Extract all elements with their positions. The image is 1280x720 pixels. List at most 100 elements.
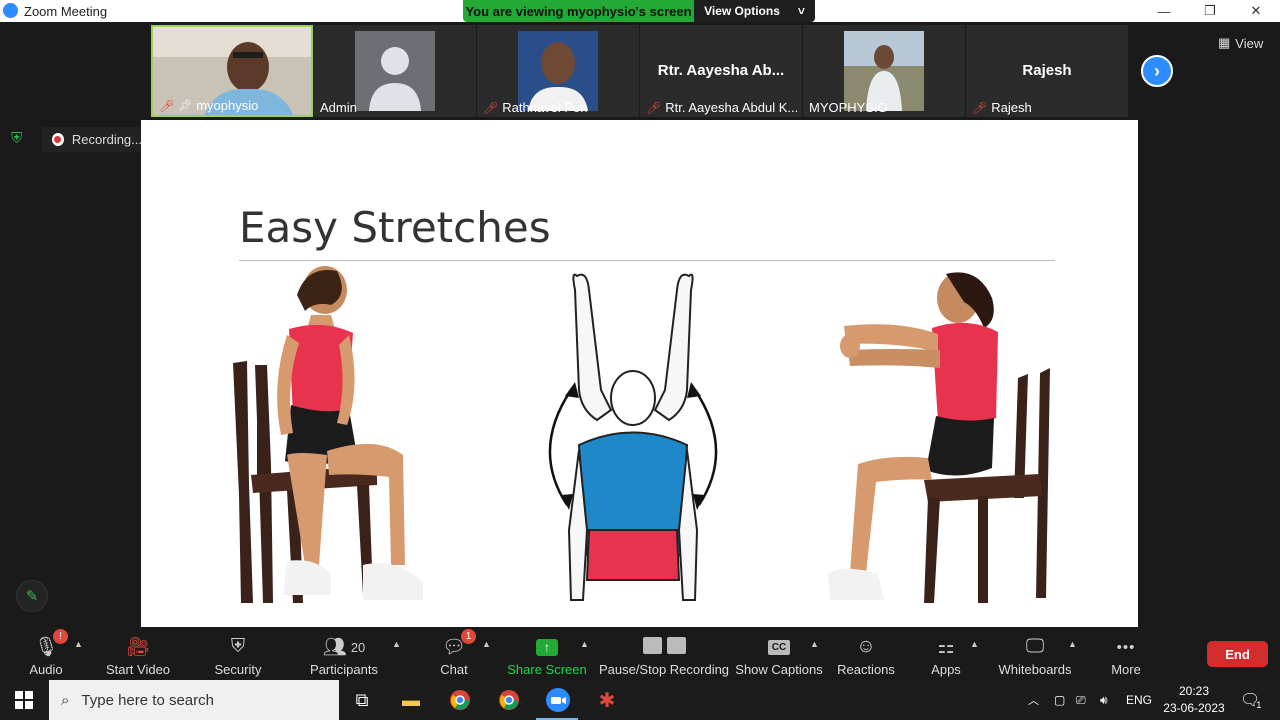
taskbar-clock[interactable]: 20:23 23-06-2023 xyxy=(1162,683,1226,717)
pencil-icon: ✎ xyxy=(25,588,39,605)
participant-name: MYOPHYSIO xyxy=(809,100,888,115)
whiteboards-options-caret-icon[interactable]: ▲ xyxy=(1068,639,1077,649)
share-screen-button[interactable]: ↑ Share Screen xyxy=(507,627,587,680)
clock-time: 20:23 xyxy=(1178,684,1210,698)
chrome-icon[interactable] xyxy=(495,686,523,714)
audio-button[interactable]: 🎙︎! Audio xyxy=(24,627,69,680)
search-placeholder: Type here to search xyxy=(81,691,214,709)
muted-mic-icon: 🎤︎ xyxy=(483,100,499,115)
more-button[interactable]: ••• More xyxy=(1108,627,1144,680)
participant-strip: 🎤︎ 📌︎ myophysio Admin 🎤︎ Rathnavel Pon R… xyxy=(0,22,1280,120)
default-avatar-icon xyxy=(355,31,435,111)
chat-options-caret-icon[interactable]: ▲ xyxy=(482,639,491,649)
participant-photo xyxy=(518,31,598,111)
captions-icon-wrap: CC xyxy=(767,635,791,659)
recording-dot-icon xyxy=(52,133,64,146)
muted-mic-icon: 🎤︎ xyxy=(972,100,988,115)
participant-name: 🎤︎ Rtr. Aayesha Abdul K... xyxy=(646,100,799,115)
toolbar-label: Start Video xyxy=(105,662,171,677)
next-page-button[interactable]: › xyxy=(1141,55,1173,87)
toolbar-label: Whiteboards xyxy=(998,662,1072,677)
shield-icon: ⛨ xyxy=(230,636,246,657)
participant-display-name: Rtr. Aayesha Ab... xyxy=(657,62,785,79)
participant-name: Admin xyxy=(320,100,357,115)
view-button[interactable]: ▦ View xyxy=(1218,33,1270,53)
viewing-screen-banner: You are viewing myophysio's screen xyxy=(463,0,694,22)
start-video-button[interactable]: 🎥︎ Start Video xyxy=(104,627,172,680)
slide-divider xyxy=(239,260,1055,261)
chat-button[interactable]: 💬︎ 1 Chat xyxy=(436,627,477,680)
taskbar-search-input[interactable]: ⌕ Type here to search xyxy=(49,680,339,720)
apps-options-caret-icon[interactable]: ▲ xyxy=(970,639,979,649)
apps-button[interactable]: ⚏ Apps xyxy=(930,627,962,680)
share-screen-icon: ↑ xyxy=(536,638,558,656)
toolbar-label: Security xyxy=(214,662,262,677)
participants-options-caret-icon[interactable]: ▲ xyxy=(392,639,401,649)
toolbar-label: Pause/Stop Recording xyxy=(598,662,730,677)
slide-title: Easy Stretches xyxy=(239,203,551,252)
participants-icon: 👥︎ 20 xyxy=(322,637,366,658)
participant-tile-admin[interactable]: Admin xyxy=(314,25,476,117)
participant-tile-myophysio[interactable]: 🎤︎ 📌︎ myophysio xyxy=(151,25,313,117)
show-captions-button[interactable]: CC Show Captions xyxy=(735,627,823,680)
microphone-icon: 🎙︎! xyxy=(34,629,69,659)
annotate-pencil-button[interactable]: ✎ xyxy=(16,580,48,612)
search-icon: ⌕ xyxy=(61,691,70,709)
toolbar-label: Participants xyxy=(310,662,378,677)
view-options-button[interactable]: View Options ˅ xyxy=(694,0,815,22)
volume-icon[interactable]: 🔊︎ xyxy=(1100,680,1108,720)
close-button[interactable]: ✕ xyxy=(1233,0,1279,22)
task-view-icon[interactable]: ⧉ xyxy=(348,686,376,714)
participant-tile-rajesh[interactable]: Rajesh 🎤︎ Rajesh xyxy=(966,25,1128,117)
toolbar-label: Reactions xyxy=(837,662,895,677)
participant-name: 🎤︎ 📌︎ myophysio xyxy=(159,98,259,113)
muted-mic-icon: 🎤︎ xyxy=(159,98,175,113)
pause-stop-recording-button[interactable]: Pause/Stop Recording xyxy=(599,627,729,680)
grid-icon: ▦ xyxy=(1218,35,1231,50)
participants-button[interactable]: 👥︎ 20 Participants xyxy=(310,627,378,680)
window-title: Zoom Meeting xyxy=(24,4,108,19)
notification-count: 1 xyxy=(1256,700,1262,710)
toolbar-label: Chat xyxy=(440,662,468,677)
participant-name: 🎤︎ Rajesh xyxy=(972,100,1032,115)
toolbar-label: Apps xyxy=(931,662,961,677)
participant-name: 🎤︎ Rathnavel Pon xyxy=(483,100,588,115)
zoom-app-icon xyxy=(3,3,18,18)
view-label: View xyxy=(1235,35,1264,51)
maximize-button[interactable]: ❐ xyxy=(1187,0,1233,22)
meeting-toolbar: 🎙︎! Audio ▲ 🎥︎ Start Video ⛨ Security 👥︎… xyxy=(0,627,1280,680)
apps-icon: ⚏ xyxy=(937,636,955,658)
participant-tile-rathnavel[interactable]: 🎤︎ Rathnavel Pon xyxy=(477,25,639,117)
captions-icon: CC xyxy=(767,639,791,655)
chat-icon: 💬︎ 1 xyxy=(442,629,477,659)
zoom-taskbar-icon[interactable] xyxy=(544,686,572,714)
minimize-button[interactable]: — xyxy=(1141,0,1187,22)
reactions-button[interactable]: ☺ Reactions xyxy=(837,627,895,680)
notification-center-icon[interactable]: 🗨︎ 1 xyxy=(1240,680,1261,720)
recording-controls-icon xyxy=(642,633,686,657)
participant-tile-aayesha[interactable]: Rtr. Aayesha Ab... 🎤︎ Rtr. Aayesha Abdul… xyxy=(640,25,802,117)
captions-options-caret-icon[interactable]: ▲ xyxy=(810,639,819,649)
toolbar-label: More xyxy=(1111,662,1141,677)
share-screen-icon-wrap: ↑ xyxy=(536,635,558,659)
anydesk-icon[interactable]: ✱ xyxy=(593,686,621,714)
network-icon[interactable]: ⎚ xyxy=(1076,680,1086,720)
participant-display-name: Rajesh xyxy=(1022,62,1072,79)
reactions-icon: ☺ xyxy=(856,636,876,657)
audio-warning-badge: ! xyxy=(53,629,69,644)
whiteboard-icon: 🖵︎ xyxy=(1025,636,1045,657)
participant-tile-myophysio-2[interactable]: MYOPHYSIO xyxy=(803,25,965,117)
whiteboards-button[interactable]: 🖵︎ Whiteboards xyxy=(998,627,1072,680)
end-meeting-button[interactable]: End xyxy=(1207,641,1268,667)
participant-photo xyxy=(844,31,924,111)
chrome-profile-icon[interactable] xyxy=(446,686,474,714)
muted-mic-icon: 🎤︎ xyxy=(646,100,662,115)
security-button[interactable]: ⛨ Security xyxy=(212,627,264,680)
windows-start-icon[interactable] xyxy=(10,686,38,714)
meet-now-icon[interactable]: ▢ xyxy=(1054,680,1065,720)
show-hidden-icons[interactable]: ︿ xyxy=(1028,680,1039,720)
share-options-caret-icon[interactable]: ▲ xyxy=(580,639,589,649)
language-indicator[interactable]: ENG xyxy=(1126,680,1152,720)
audio-options-caret-icon[interactable]: ▲ xyxy=(74,639,83,649)
file-explorer-icon[interactable]: ▬ xyxy=(397,686,425,714)
